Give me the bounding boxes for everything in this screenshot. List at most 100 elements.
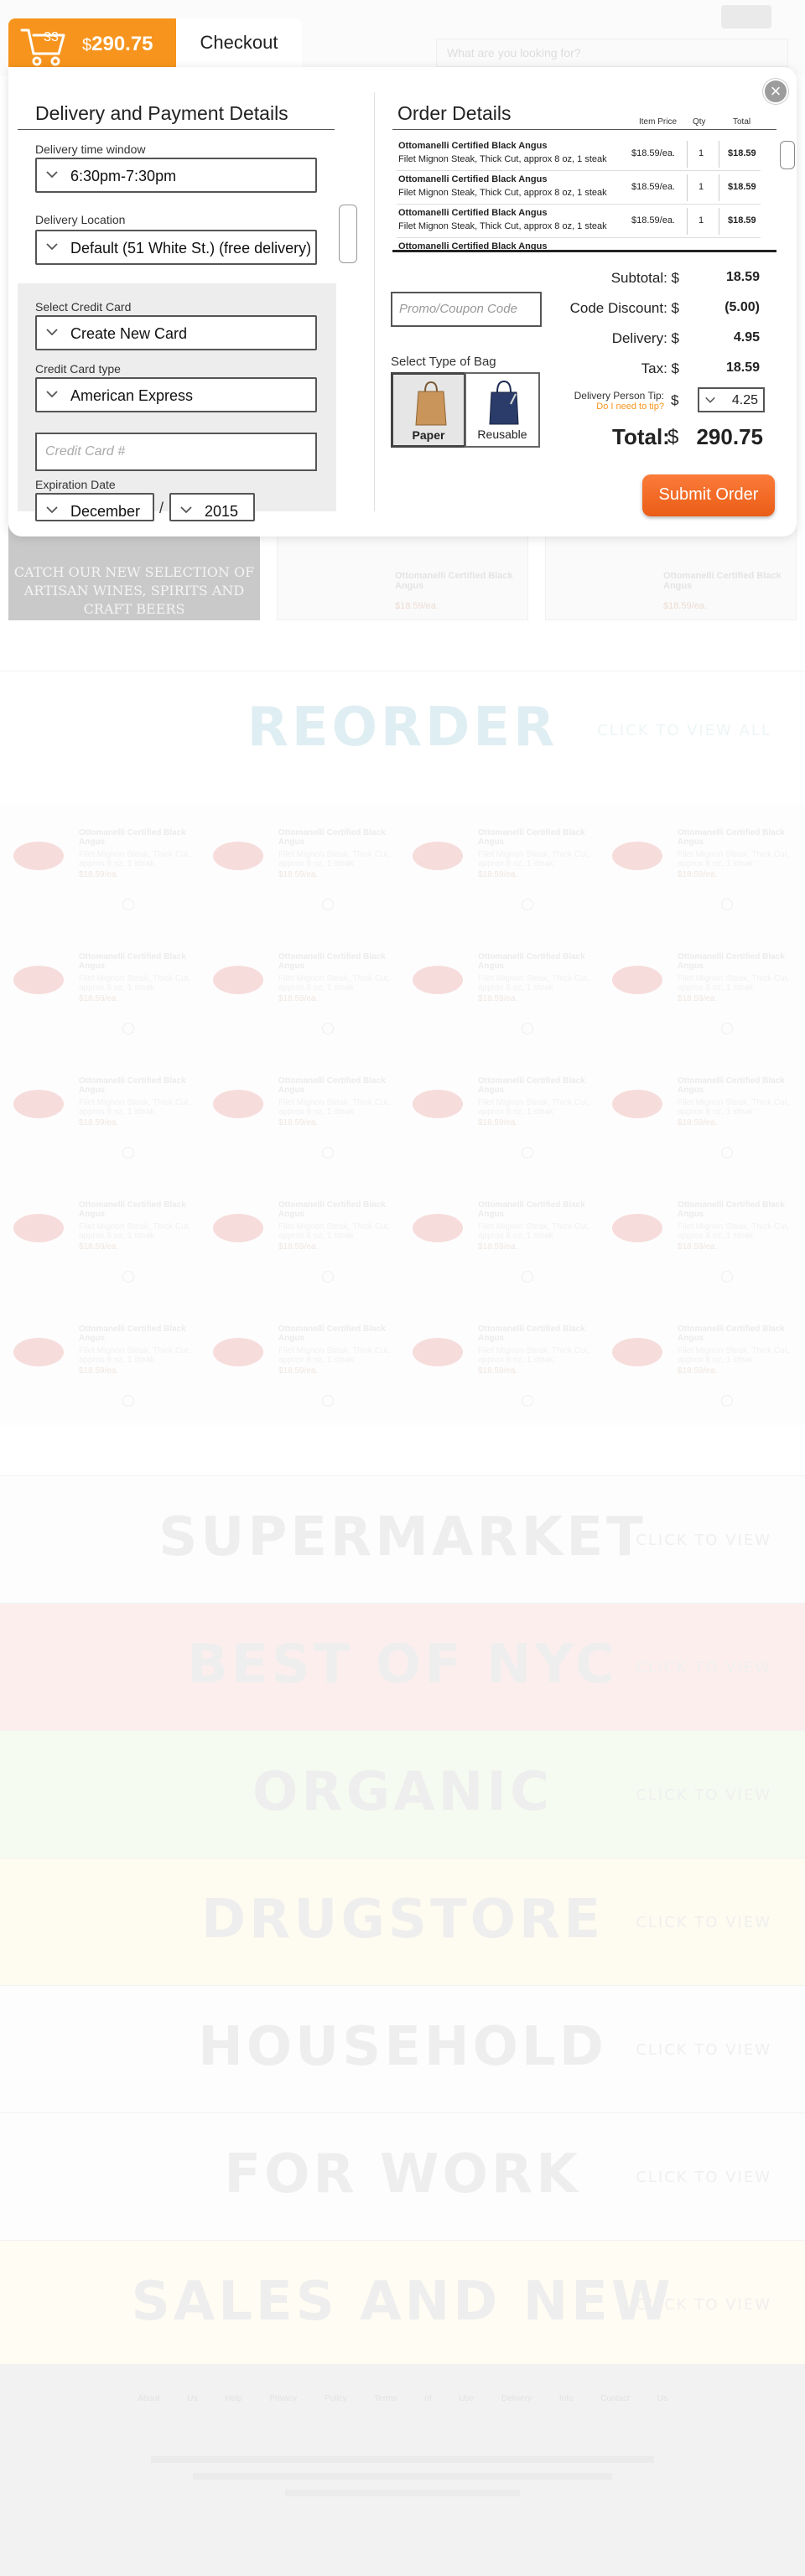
product-desc: Filet Mignon Steak, Thick Cut, approx 8 …: [79, 1222, 191, 1241]
reorder-product-card[interactable]: Ottomanelli Certified Black Angus Filet M…: [408, 1318, 600, 1435]
order-item-desc: Filet Mignon Steak, Thick Cut, approx 8 …: [398, 221, 607, 231]
add-to-cart-toggle[interactable]: [322, 899, 334, 910]
delivery-time-select[interactable]: 6:30pm-7:30pm: [35, 158, 317, 193]
reorder-product-card[interactable]: Ottomanelli Certified Black Angus Filet M…: [8, 1194, 201, 1311]
add-to-cart-toggle[interactable]: [522, 899, 533, 910]
reorder-product-card[interactable]: Ottomanelli Certified Black Angus Filet M…: [8, 1070, 201, 1187]
category-section[interactable]: HOUSEHOLD CLICK TO VIEW: [0, 1985, 805, 2112]
order-item-price: $18.59/ea.: [631, 148, 675, 158]
category-view-link[interactable]: CLICK TO VIEW: [636, 2169, 771, 2186]
category-section[interactable]: SALES AND NEW CLICK TO VIEW: [0, 2240, 805, 2367]
tip-help-link[interactable]: Do I need to tip?: [570, 402, 664, 412]
code-discount-label: Code Discount: $: [569, 300, 679, 316]
category-view-link[interactable]: CLICK TO VIEW: [636, 2041, 771, 2059]
add-to-cart-toggle[interactable]: [122, 899, 134, 910]
category-view-link[interactable]: CLICK TO VIEW: [636, 2296, 771, 2314]
title-divider: [392, 129, 776, 130]
add-to-cart-toggle[interactable]: [122, 1147, 134, 1158]
product-price: $18.59/ea.: [478, 1118, 518, 1127]
checkout-tab[interactable]: Checkout: [176, 18, 302, 71]
bag-option-reusable[interactable]: Reusable: [465, 372, 540, 448]
add-to-cart-toggle[interactable]: [322, 1023, 334, 1034]
reorder-product-card[interactable]: Ottomanelli Certified Black Angus Filet M…: [208, 1070, 401, 1187]
column-header-total: Total: [733, 117, 751, 127]
category-section[interactable]: FOR WORK CLICK TO VIEW: [0, 2112, 805, 2240]
category-section[interactable]: ORGANIC CLICK TO VIEW: [0, 1730, 805, 1858]
reorder-product-card[interactable]: Ottomanelli Certified Black Angus Filet M…: [408, 946, 600, 1063]
product-name: Ottomanelli Certified Black Angus: [278, 1200, 386, 1219]
add-to-cart-toggle[interactable]: [522, 1271, 533, 1283]
category-section[interactable]: DRUGSTORE CLICK TO VIEW: [0, 1858, 805, 1985]
product-name: Ottomanelli Certified Black Angus: [79, 1324, 186, 1343]
category-section[interactable]: BEST OF NYC CLICK TO VIEW: [0, 1603, 805, 1730]
add-to-cart-toggle[interactable]: [322, 1395, 334, 1407]
order-item-desc: Filet Mignon Steak, Thick Cut, approx 8 …: [398, 154, 607, 164]
tip-select[interactable]: 4.25: [698, 387, 765, 412]
reorder-product-card[interactable]: Ottomanelli Certified Black Angus Filet M…: [8, 822, 201, 939]
product-desc: Filet Mignon Steak, Thick Cut, approx 8 …: [278, 1098, 391, 1117]
bag-option-paper[interactable]: Paper: [391, 372, 466, 448]
cart-summary-tab[interactable]: 33 $290.75: [8, 18, 176, 71]
product-price: $18.59/ea.: [678, 870, 718, 879]
add-to-cart-toggle[interactable]: [522, 1147, 533, 1158]
reorder-product-card[interactable]: Ottomanelli Certified Black Angus Filet M…: [208, 822, 401, 939]
reorder-section[interactable]: REORDER CLICK TO VIEW ALL: [0, 671, 805, 805]
footer-links[interactable]: About Us Help Privacy Policy Terms of Us…: [0, 2394, 805, 2403]
promo-code-input[interactable]: Promo/Coupon Code: [391, 292, 542, 327]
reorder-product-card[interactable]: Ottomanelli Certified Black Angus Filet M…: [408, 1194, 600, 1311]
product-price: $18.59/ea.: [278, 1242, 319, 1252]
add-to-cart-toggle[interactable]: [522, 1395, 533, 1407]
expiration-year-select[interactable]: 2015: [169, 493, 255, 521]
left-panel-scrollbar[interactable]: [339, 205, 357, 263]
reorder-product-card[interactable]: Ottomanelli Certified Black Angus Filet M…: [408, 1070, 600, 1187]
add-to-cart-toggle[interactable]: [322, 1271, 334, 1283]
delivery-location-select[interactable]: Default (51 White St.) (free delivery): [35, 230, 317, 265]
reorder-product-card[interactable]: Ottomanelli Certified Black Angus Filet M…: [607, 1070, 800, 1187]
submit-order-button[interactable]: Submit Order: [642, 474, 775, 516]
close-button[interactable]: ×: [763, 79, 788, 104]
reorder-product-card[interactable]: Ottomanelli Certified Black Angus Filet M…: [408, 822, 600, 939]
credit-card-select[interactable]: Create New Card: [35, 315, 317, 350]
product-price: $18.59/ea.: [678, 1118, 718, 1127]
category-section[interactable]: SUPERMARKET CLICK TO VIEW: [0, 1475, 805, 1603]
category-view-link[interactable]: CLICK TO VIEW: [636, 1786, 771, 1804]
add-to-cart-toggle[interactable]: [721, 899, 733, 910]
expiration-month-select[interactable]: December: [35, 493, 154, 521]
site-footer: About Us Help Privacy Policy Terms of Us…: [0, 2364, 805, 2576]
add-to-cart-toggle[interactable]: [122, 1271, 134, 1283]
reorder-product-card[interactable]: Ottomanelli Certified Black Angus Filet M…: [607, 1194, 800, 1311]
category-view-link[interactable]: CLICK TO VIEW: [636, 1914, 771, 1931]
reorder-product-card[interactable]: Ottomanelli Certified Black Angus Filet M…: [208, 946, 401, 1063]
category-view-link[interactable]: CLICK TO VIEW: [636, 1659, 771, 1677]
add-to-cart-toggle[interactable]: [122, 1395, 134, 1407]
tip-label: Delivery Person Tip:: [574, 390, 664, 402]
category-view-link[interactable]: CLICK TO VIEW: [636, 1532, 771, 1549]
add-to-cart-toggle[interactable]: [322, 1147, 334, 1158]
add-to-cart-toggle[interactable]: [721, 1147, 733, 1158]
order-item-row: Ottomanelli Certified Black Angus Filet M…: [397, 137, 761, 171]
reorder-view-all-link[interactable]: CLICK TO VIEW ALL: [597, 722, 771, 739]
reorder-product-card[interactable]: Ottomanelli Certified Black Angus Filet M…: [208, 1194, 401, 1311]
card-type-select[interactable]: American Express: [35, 377, 317, 412]
reorder-product-card[interactable]: Ottomanelli Certified Black Angus Filet M…: [8, 946, 201, 1063]
add-to-cart-toggle[interactable]: [522, 1023, 533, 1034]
feature-item-price: $18.59/ea.: [663, 601, 707, 611]
reorder-product-card[interactable]: Ottomanelli Certified Black Angus Filet M…: [8, 1318, 201, 1435]
add-to-cart-toggle[interactable]: [721, 1023, 733, 1034]
order-item-name: Ottomanelli Certified Black Angus: [398, 241, 548, 250]
add-to-cart-toggle[interactable]: [122, 1023, 134, 1034]
reorder-product-card[interactable]: Ottomanelli Certified Black Angus Filet M…: [607, 1318, 800, 1435]
add-to-cart-toggle[interactable]: [721, 1271, 733, 1283]
site-search-input[interactable]: What are you looking for?: [436, 39, 788, 67]
reorder-product-card[interactable]: Ottomanelli Certified Black Angus Filet M…: [208, 1318, 401, 1435]
add-to-cart-toggle[interactable]: [721, 1395, 733, 1407]
feature-item-price: $18.59/ea.: [395, 601, 439, 611]
cart-amount: 290.75: [91, 33, 153, 55]
reorder-product-card[interactable]: Ottomanelli Certified Black Angus Filet M…: [607, 946, 800, 1063]
product-image: [612, 1214, 662, 1242]
reorder-product-card[interactable]: Ottomanelli Certified Black Angus Filet M…: [607, 822, 800, 939]
credit-card-number-input[interactable]: Credit Card #: [35, 433, 317, 471]
order-list-scrollbar[interactable]: [780, 141, 795, 169]
product-image: [213, 1090, 263, 1118]
product-name: Ottomanelli Certified Black Angus: [478, 1200, 585, 1219]
